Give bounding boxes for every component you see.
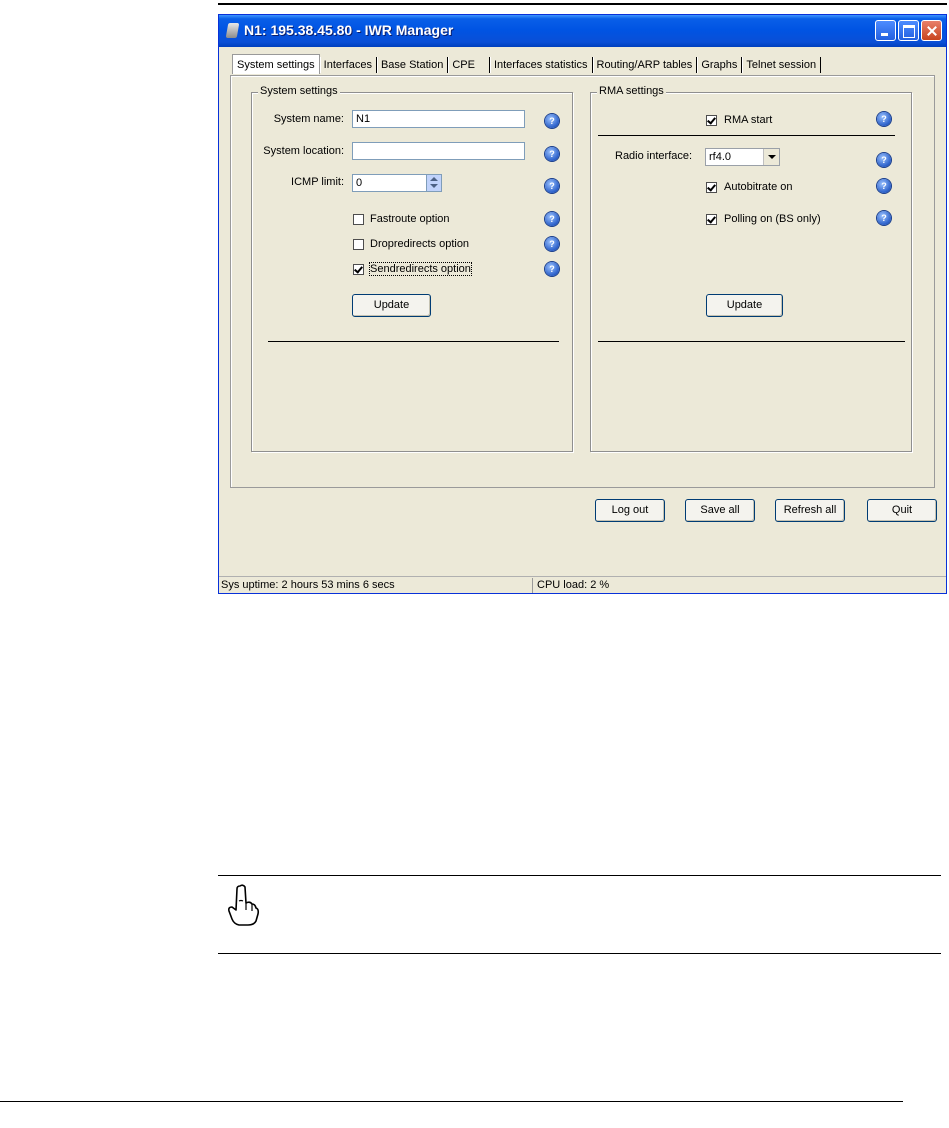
help-icon[interactable]: ? (545, 147, 559, 161)
log-out-button[interactable]: Log out (595, 499, 665, 522)
top-rule (218, 3, 947, 5)
chevron-down-icon[interactable] (763, 149, 779, 165)
pointing-hand-icon (228, 884, 260, 926)
sendredirects-checkbox[interactable] (353, 264, 364, 275)
help-icon[interactable]: ? (877, 179, 891, 193)
separator-line (268, 341, 559, 342)
dropredirects-label[interactable]: Dropredirects option (370, 238, 469, 250)
tab-graphs[interactable]: Graphs (697, 57, 743, 73)
radio-interface-value: rf4.0 (709, 151, 732, 163)
separator-line (598, 135, 895, 136)
autobitrate-label[interactable]: Autobitrate on (724, 181, 793, 193)
system-name-input[interactable]: N1 (352, 110, 525, 128)
sendredirects-label[interactable]: Sendredirects option (369, 262, 472, 276)
status-bar: Sys uptime: 2 hours 53 mins 6 secs CPU l… (219, 576, 946, 593)
title-bar[interactable]: N1: 195.38.45.80 - IWR Manager (219, 15, 946, 47)
system-location-input[interactable] (352, 142, 525, 160)
help-icon[interactable]: ? (877, 153, 891, 167)
rma-settings-title: RMA settings (597, 85, 666, 97)
spinner-arrows-icon[interactable] (426, 175, 441, 191)
iwr-manager-window: N1: 195.38.45.80 - IWR Manager System se… (218, 14, 947, 594)
app-icon (225, 23, 240, 38)
system-update-button[interactable]: Update (352, 294, 431, 317)
radio-interface-label: Radio interface: (615, 150, 693, 162)
rma-start-label[interactable]: RMA start (724, 114, 772, 126)
note-bottom-rule (218, 953, 941, 954)
tab-bar: System settings Interfaces Base Station CPE… (232, 54, 822, 75)
rma-update-button[interactable]: Update (706, 294, 783, 317)
help-icon[interactable]: ? (877, 211, 891, 225)
save-all-button[interactable]: Save all (685, 499, 755, 522)
dropredirects-checkbox[interactable] (353, 239, 364, 250)
polling-checkbox[interactable] (706, 214, 717, 225)
tab-interfaces[interactable]: Interfaces (320, 57, 377, 73)
quit-button[interactable]: Quit (867, 499, 937, 522)
icmp-limit-value: 0 (356, 177, 363, 189)
autobitrate-checkbox[interactable] (706, 182, 717, 193)
help-icon[interactable]: ? (877, 112, 891, 126)
fastroute-checkbox[interactable] (353, 214, 364, 225)
refresh-all-button[interactable]: Refresh all (775, 499, 845, 522)
tab-base-station[interactable]: Base Station (377, 57, 449, 73)
system-location-label: System location: (263, 145, 344, 157)
icmp-limit-spinner[interactable]: 0 (352, 174, 442, 192)
maximize-button[interactable] (898, 20, 919, 41)
help-icon[interactable]: ? (545, 212, 559, 226)
tab-routing-arp-tables[interactable]: Routing/ARP tables (593, 57, 698, 73)
system-settings-title: System settings (258, 85, 340, 97)
icmp-limit-label: ICMP limit: (291, 176, 344, 188)
radio-interface-dropdown[interactable]: rf4.0 (705, 148, 780, 166)
fastroute-label[interactable]: Fastroute option (370, 213, 450, 225)
window-title: N1: 195.38.45.80 - IWR Manager (244, 22, 454, 38)
help-icon[interactable]: ? (545, 114, 559, 128)
system-settings-group: System settings System name: N1 ? System… (251, 85, 573, 452)
rma-start-checkbox[interactable] (706, 115, 717, 126)
status-divider (532, 578, 533, 593)
separator-line (598, 341, 905, 342)
rma-settings-group: RMA settings RMA start ? Radio interface… (590, 85, 912, 452)
polling-label[interactable]: Polling on (BS only) (724, 213, 821, 225)
note-top-rule (218, 875, 941, 876)
tab-interfaces-statistics[interactable]: Interfaces statistics (490, 57, 593, 73)
cpu-load: CPU load: 2 % (537, 579, 610, 591)
tab-system-settings[interactable]: System settings (232, 54, 320, 74)
minimize-button[interactable] (875, 20, 896, 41)
help-icon[interactable]: ? (545, 179, 559, 193)
system-name-label: System name: (273, 113, 344, 125)
tab-panel-system-settings: System settings System name: N1 ? System… (230, 75, 935, 488)
tab-cpe[interactable]: CPE (448, 57, 490, 73)
sys-uptime: Sys uptime: 2 hours 53 mins 6 secs (221, 579, 395, 591)
page-bottom-rule (0, 1101, 903, 1102)
tab-telnet-session[interactable]: Telnet session (742, 57, 822, 73)
help-icon[interactable]: ? (545, 262, 559, 276)
help-icon[interactable]: ? (545, 237, 559, 251)
close-button[interactable] (921, 20, 942, 41)
